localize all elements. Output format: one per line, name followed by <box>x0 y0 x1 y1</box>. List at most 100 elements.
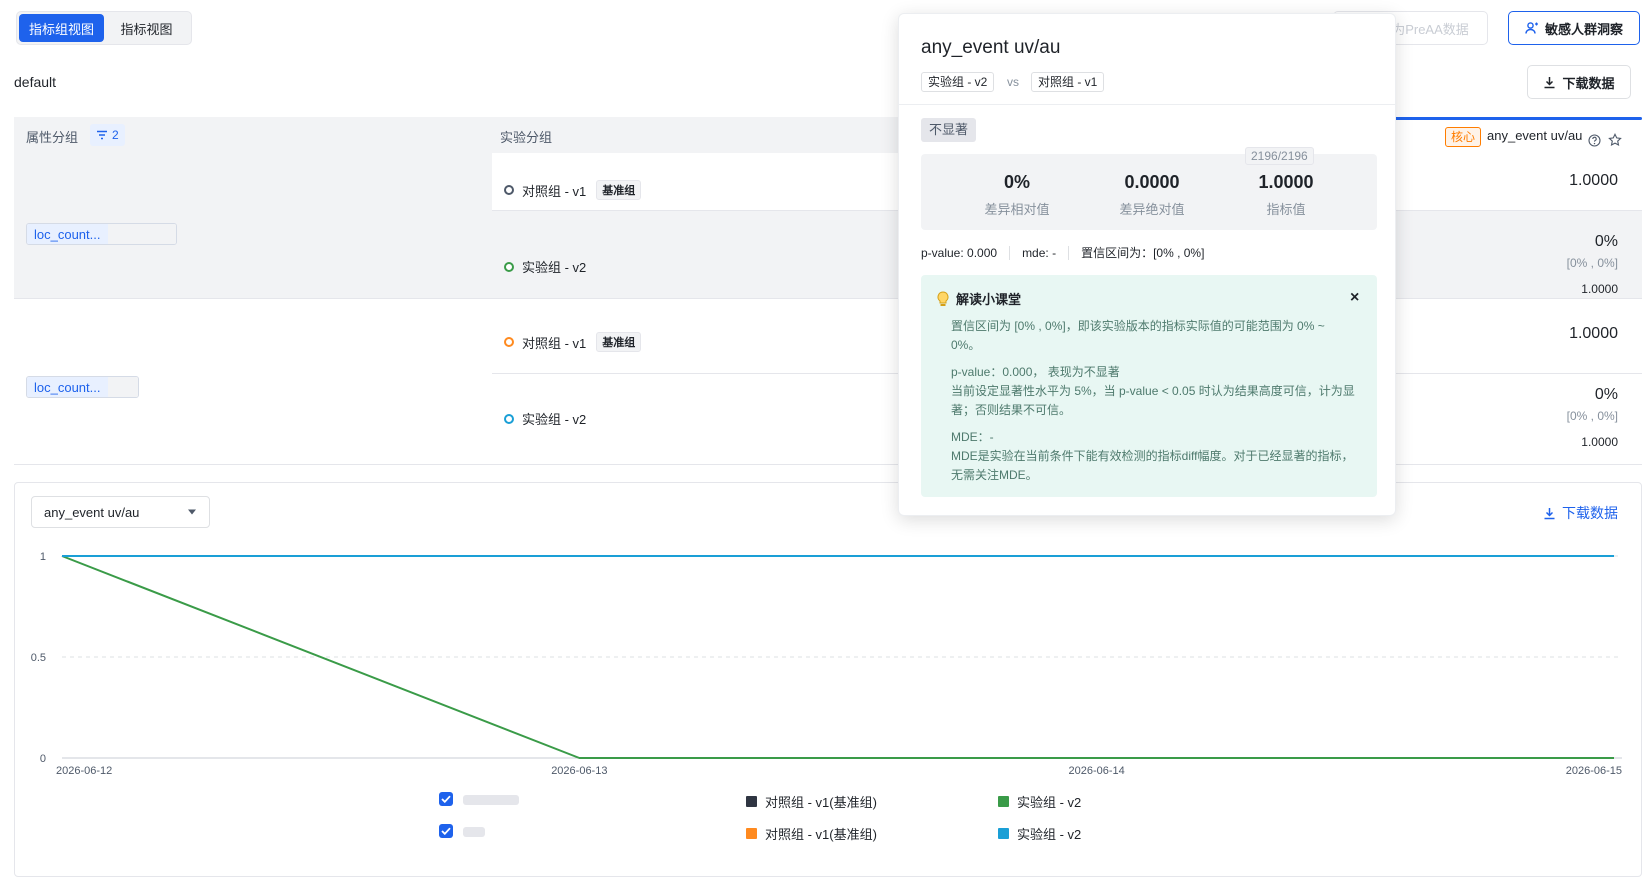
x-tick-label: 2026-06-15 <box>1566 765 1622 777</box>
legend-item[interactable]: 实验组 - v2 <box>998 824 1081 843</box>
variant-dot <box>504 413 514 424</box>
stat-value: 1.0000 <box>1258 172 1314 192</box>
attr-group-tag[interactable]: loc_count... <box>26 376 139 398</box>
legend-group-checkbox-1[interactable] <box>439 792 453 806</box>
legend-item[interactable]: 对照组 - v1(基准组) <box>746 824 877 843</box>
metric-value: 1.0000 <box>1569 325 1618 342</box>
ci-text: 置信区间为：[0% , 0%] <box>1081 246 1205 260</box>
tab-group-view[interactable]: 指标组视图 <box>19 14 104 42</box>
exp-group-header: 实验分组 <box>500 130 553 145</box>
close-icon[interactable]: × <box>1350 289 1359 307</box>
variant-dot <box>504 261 514 272</box>
variant-dot <box>504 185 514 195</box>
tip-mde-line: 无需关注MDE。 <box>951 468 1038 482</box>
download-icon <box>1544 507 1555 519</box>
ci-value: [0% , 0%] <box>1566 256 1618 270</box>
download-data-button[interactable]: 下载数据 <box>1527 65 1631 99</box>
legend-label: 对照组 - v1(基准组) <box>765 795 877 810</box>
stats-box: 0% 差异相对值 0.0000 差异绝对值 1.0000 指标值 <box>921 154 1377 230</box>
mde-text: mde: - <box>1022 245 1057 260</box>
variant-treatment: 实验组 - v2 <box>504 257 586 276</box>
tip-title-label: 解读小课堂 <box>956 292 1022 307</box>
variant-control: 对照组 - v1 基准组 <box>504 332 642 352</box>
stat-label: 差异绝对值 <box>1119 202 1185 217</box>
attr-group-value-redacted <box>107 224 176 244</box>
tip-title: 解读小课堂 <box>936 289 1021 308</box>
significance-badge: 不显著 <box>921 118 977 142</box>
attr-group-tag[interactable]: loc_count... <box>26 223 177 245</box>
attr-group-key: loc_count... <box>27 377 108 397</box>
tip-mde-line: MDE：- <box>951 430 994 444</box>
tab-metric-view[interactable]: 指标视图 <box>104 14 189 42</box>
chart-download-label: 下载数据 <box>1562 505 1618 521</box>
tip-pvalue-line: p-value：0.000， 表现为不显著 <box>951 365 1120 379</box>
download-data-label: 下载数据 <box>1562 75 1615 91</box>
metric-select[interactable]: any_event uv/au <box>31 496 210 528</box>
legend-label: 实验组 - v2 <box>1017 795 1082 810</box>
x-tick-label: 2026-06-14 <box>1069 765 1125 777</box>
popover-divider <box>898 104 1396 105</box>
row-divider <box>492 210 912 211</box>
x-tick-label: 2026-06-13 <box>551 765 607 777</box>
attr-group-key: loc_count... <box>27 224 108 244</box>
compare-tag-control: 对照组 - v1 <box>1031 72 1105 92</box>
line-chart: 1 0.5 0 2026-06-12 2026-06-13 2026-06-14 2026-… <box>31 551 1622 777</box>
legend-swatch <box>998 828 1009 839</box>
tip-pvalue-line: 当前设定显著性水平为 5%，当 p-value < 0.05 时认为结果高度可信… <box>951 384 1355 398</box>
download-icon <box>1544 76 1555 88</box>
legend-item[interactable]: 对照组 - v1(基准组) <box>746 792 877 811</box>
variant-label: 实验组 - v2 <box>522 412 587 427</box>
stat-label: 指标值 <box>1266 202 1306 217</box>
legend-swatch <box>998 796 1009 807</box>
attr-group-header: 属性分组 <box>26 130 79 145</box>
legend-group-label-redacted <box>463 827 485 837</box>
group-divider <box>14 464 1642 465</box>
star-icon[interactable] <box>1608 133 1622 147</box>
row-divider <box>1394 373 1642 374</box>
group-divider <box>14 298 1642 299</box>
tip-ci-line: 0%。 <box>951 338 981 352</box>
user-insight-icon <box>1525 22 1538 34</box>
caret-down-icon <box>188 509 196 515</box>
check-icon <box>441 827 451 835</box>
base-group-badge: 基准组 <box>596 180 642 200</box>
legend-label: 对照组 - v1(基准组) <box>765 827 877 842</box>
tip-pvalue-line: 著；否则结果不可信。 <box>951 403 1072 417</box>
legend-swatch <box>746 796 757 807</box>
stat-metric-value: 1.0000 指标值 <box>1226 172 1346 218</box>
view-toggle: 指标组视图 指标视图 <box>16 11 192 45</box>
base-group-badge: 基准组 <box>596 332 642 352</box>
y-tick-label: 0.5 <box>31 652 46 664</box>
legend-group-label-redacted <box>463 795 519 805</box>
y-tick-label: 0 <box>40 753 46 765</box>
variant-label: 对照组 - v1 <box>522 183 587 199</box>
stat-relative-diff: 0% 差异相对值 <box>957 172 1077 218</box>
tip-ci-line: 置信区间为 [0% , 0%]，即该实验版本的指标实际值的可能范围为 0% ~ <box>951 319 1325 333</box>
stat-value: 0% <box>1003 172 1030 192</box>
legend-swatch <box>746 828 757 839</box>
filter-icon <box>97 130 107 140</box>
metric-column-title: any_event uv/au <box>1487 128 1583 143</box>
legend-group-checkbox-2[interactable] <box>439 824 453 838</box>
ci-value: [0% , 0%] <box>1566 409 1618 423</box>
chart-download-link[interactable]: 下载数据 <box>1543 503 1618 523</box>
page-title: default <box>14 74 57 90</box>
filter-chip[interactable]: 2 <box>90 124 125 146</box>
help-icon[interactable] <box>1588 134 1601 147</box>
metric-value: 1.0000 <box>1581 282 1618 296</box>
sensitive-insight-label: 敏感人群洞察 <box>1544 21 1623 37</box>
stat-value: 0.0000 <box>1124 172 1180 192</box>
variant-label: 对照组 - v1 <box>522 335 587 351</box>
y-tick-label: 1 <box>40 551 46 563</box>
sensitive-insight-button[interactable]: 敏感人群洞察 <box>1508 11 1640 45</box>
row-divider <box>1394 210 1642 211</box>
divider <box>1068 245 1070 260</box>
metric-value: 1.0000 <box>1581 435 1618 449</box>
core-badge: 核心 <box>1445 127 1482 147</box>
lightbulb-icon <box>937 290 949 306</box>
metric-value: 1.0000 <box>1569 172 1618 189</box>
variant-control: 对照组 - v1 基准组 <box>504 180 642 200</box>
legend-item[interactable]: 实验组 - v2 <box>998 792 1081 811</box>
x-tick-label: 2026-06-12 <box>56 765 112 777</box>
legend-label: 实验组 - v2 <box>1017 827 1082 842</box>
